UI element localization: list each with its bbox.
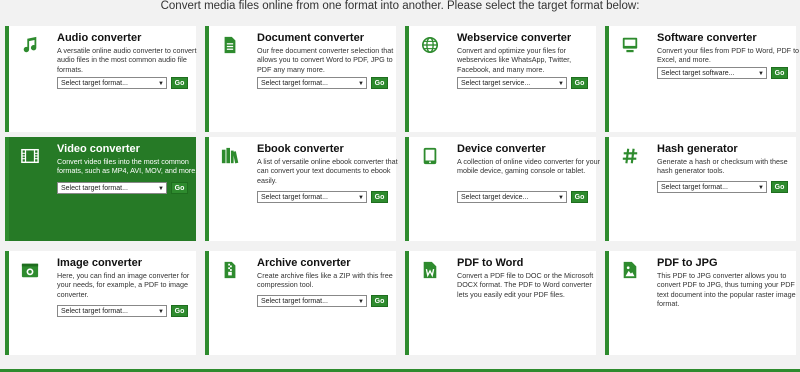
select-caret-icon: ▼ [158, 309, 164, 315]
card-title[interactable]: Archive converter [257, 257, 351, 269]
card-device-converter[interactable]: Device converter A collection of online … [405, 137, 600, 241]
go-button[interactable]: Go [171, 305, 188, 317]
go-button[interactable]: Go [371, 77, 388, 89]
card-title[interactable]: Hash generator [657, 143, 738, 155]
image-icon [21, 261, 39, 279]
target-format-select[interactable]: Select target format... ▼ [57, 77, 167, 89]
card-description: This PDF to JPG converter allows you to … [657, 271, 796, 308]
card-webservice-converter[interactable]: Webservice converter Convert and optimiz… [405, 26, 596, 132]
card-video-converter[interactable]: Video converter Convert video files into… [5, 137, 197, 241]
card-document-converter[interactable]: Document converter Our free document con… [205, 26, 396, 132]
music-note-icon [21, 36, 39, 54]
go-button[interactable]: Go [571, 191, 588, 203]
select-caret-icon: ▼ [158, 81, 164, 87]
go-button[interactable]: Go [171, 77, 188, 89]
go-button[interactable]: Go [371, 191, 388, 203]
jpg-file-icon [621, 261, 639, 279]
card-description: Convert your files from PDF to Word, PDF… [657, 46, 800, 65]
target-format-select[interactable]: Select target format... ▼ [257, 295, 367, 307]
card-title[interactable]: Video converter [57, 143, 140, 155]
card-title[interactable]: Webservice converter [457, 32, 571, 44]
tablet-icon [421, 147, 439, 165]
target-format-select[interactable]: Select target format... ▼ [657, 181, 767, 193]
go-button[interactable]: Go [771, 181, 788, 193]
page-heading: Convert media files online from one form… [160, 0, 640, 12]
card-software-converter[interactable]: Software converter Convert your files fr… [605, 26, 799, 132]
select-caret-icon: ▼ [758, 71, 764, 77]
card-title[interactable]: Software converter [657, 32, 757, 44]
card-description: Convert and optimize your files for webs… [457, 46, 572, 74]
card-description: A collection of online video converter f… [457, 157, 601, 176]
select-caret-icon: ▼ [558, 195, 564, 201]
card-ebook-converter[interactable]: Ebook converter A list of versatile onli… [205, 137, 398, 241]
archive-icon [221, 261, 239, 279]
document-icon [221, 36, 239, 54]
card-description: Here, you can find an image converter fo… [57, 271, 190, 299]
card-description: A versatile online audio converter to co… [57, 46, 197, 74]
target-software-select[interactable]: Select target software... ▼ [657, 67, 767, 79]
go-button[interactable]: Go [171, 182, 188, 194]
card-description: A list of versatile online ebook convert… [257, 157, 398, 185]
books-icon [221, 147, 239, 165]
card-description: Convert video files into the most common… [57, 157, 198, 176]
select-caret-icon: ▼ [358, 195, 364, 201]
card-hash-generator[interactable]: Hash generator Generate a hash or checks… [605, 137, 796, 241]
card-pdf-to-jpg[interactable]: PDF to JPG This PDF to JPG converter all… [605, 251, 796, 355]
card-archive-converter[interactable]: Archive converter Create archive files l… [205, 251, 396, 355]
target-format-select[interactable]: Select target format... ▼ [57, 182, 167, 194]
card-title[interactable]: Document converter [257, 32, 364, 44]
card-description: Create archive files like a ZIP with thi… [257, 271, 393, 290]
card-title[interactable]: PDF to Word [457, 257, 523, 269]
card-title[interactable]: Audio converter [57, 32, 141, 44]
go-button[interactable]: Go [371, 295, 388, 307]
target-format-select[interactable]: Select target format... ▼ [257, 191, 367, 203]
select-caret-icon: ▼ [358, 299, 364, 305]
target-format-select[interactable]: Select target format... ▼ [257, 77, 367, 89]
film-icon [21, 147, 39, 165]
hash-icon [621, 147, 639, 165]
target-service-select[interactable]: Select target service... ▼ [457, 77, 567, 89]
select-caret-icon: ▼ [758, 185, 764, 191]
go-button[interactable]: Go [771, 67, 788, 79]
go-button[interactable]: Go [571, 77, 588, 89]
globe-icon [421, 36, 439, 54]
card-title[interactable]: Image converter [57, 257, 142, 269]
card-title[interactable]: Ebook converter [257, 143, 344, 155]
card-description: Generate a hash or checksum with these h… [657, 157, 788, 176]
card-description: Convert a PDF file to DOC or the Microso… [457, 271, 594, 299]
select-caret-icon: ▼ [558, 81, 564, 87]
card-description: Our free document converter selection th… [257, 46, 394, 74]
card-image-converter[interactable]: Image converter Here, you can find an im… [5, 251, 196, 355]
card-pdf-to-word[interactable]: PDF to Word Convert a PDF file to DOC or… [405, 251, 596, 355]
monitor-icon [621, 36, 639, 54]
card-audio-converter[interactable]: Audio converter A versatile online audio… [5, 26, 196, 132]
select-caret-icon: ▼ [158, 186, 164, 192]
select-caret-icon: ▼ [358, 81, 364, 87]
word-file-icon [421, 261, 439, 279]
target-device-select[interactable]: Select target device... ▼ [457, 191, 567, 203]
card-title[interactable]: PDF to JPG [657, 257, 718, 269]
target-format-select[interactable]: Select target format... ▼ [57, 305, 167, 317]
card-title[interactable]: Device converter [457, 143, 546, 155]
